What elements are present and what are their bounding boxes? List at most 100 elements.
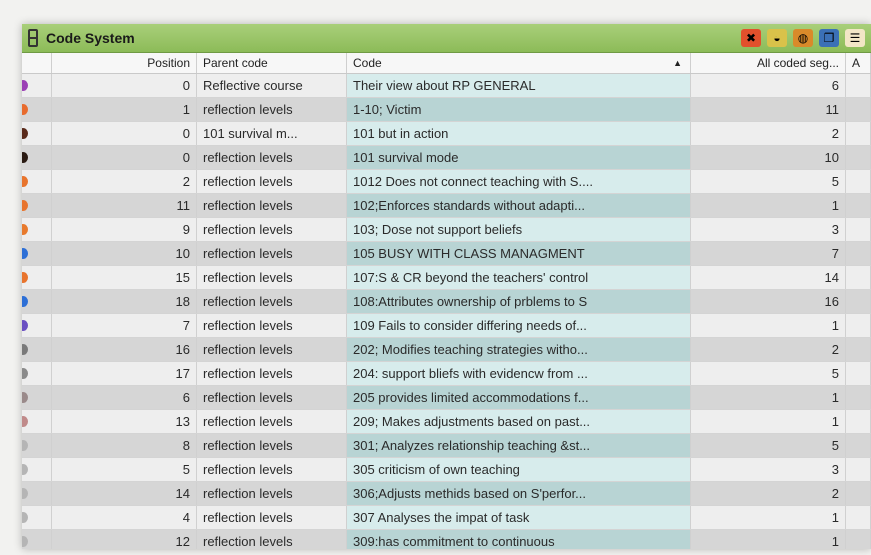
cell-position: 0 bbox=[52, 146, 197, 169]
window-title: Code System bbox=[46, 30, 135, 46]
cell-coded-segments: 5 bbox=[691, 362, 846, 385]
table-row[interactable]: 4 reflection levels 307 Analyses the impat… bbox=[22, 506, 871, 530]
window-titlebar: Code System ✖ ◒ ◍ ❐ ☰ bbox=[22, 24, 871, 53]
table-header: Position Parent code Code ▲ All coded se… bbox=[22, 53, 871, 74]
code-color-cell bbox=[22, 530, 52, 549]
cell-coded-segments: 6 bbox=[691, 74, 846, 97]
table-row[interactable]: 17 reflection levels 204: support bliefs w… bbox=[22, 362, 871, 386]
cell-extra bbox=[846, 74, 871, 97]
code-color-dot-icon bbox=[22, 296, 28, 307]
settings-icon[interactable]: ☰ bbox=[845, 29, 865, 47]
code-color-dot-icon bbox=[22, 536, 28, 547]
cell-coded-segments: 3 bbox=[691, 218, 846, 241]
code-color-cell bbox=[22, 218, 52, 241]
table-row[interactable]: 9 reflection levels 103; Dose not support … bbox=[22, 218, 871, 242]
cell-position: 9 bbox=[52, 218, 197, 241]
header-position[interactable]: Position bbox=[52, 53, 197, 73]
table-row[interactable]: 12 reflection levels 309:has commitment to… bbox=[22, 530, 871, 549]
code-color-dot-icon bbox=[22, 176, 28, 187]
table-row[interactable]: 13 reflection levels 209; Makes adjustment… bbox=[22, 410, 871, 434]
cell-parent-code: reflection levels bbox=[197, 98, 347, 121]
code-color-cell bbox=[22, 458, 52, 481]
copy-icon[interactable]: ❐ bbox=[819, 29, 839, 47]
cell-extra bbox=[846, 194, 871, 217]
code-color-dot-icon bbox=[22, 128, 28, 139]
code-color-cell bbox=[22, 146, 52, 169]
cell-code: 301; Analyzes relationship teaching &st.… bbox=[347, 434, 691, 457]
cell-extra bbox=[846, 458, 871, 481]
code-color-cell bbox=[22, 506, 52, 529]
code-color-dot-icon bbox=[22, 224, 28, 235]
table-row[interactable]: 7 reflection levels 109 Fails to consider … bbox=[22, 314, 871, 338]
table-row[interactable]: 0 Reflective course Their view about RP GE… bbox=[22, 74, 871, 98]
table-row[interactable]: 2 reflection levels 1012 Does not connect … bbox=[22, 170, 871, 194]
table-row[interactable]: 15 reflection levels 107:S & CR beyond the… bbox=[22, 266, 871, 290]
code-color-cell bbox=[22, 74, 52, 97]
cell-code: 307 Analyses the impat of task bbox=[347, 506, 691, 529]
code-color-cell bbox=[22, 290, 52, 313]
table-row[interactable]: 6 reflection levels 205 provides limited a… bbox=[22, 386, 871, 410]
cell-extra bbox=[846, 314, 871, 337]
cell-position: 15 bbox=[52, 266, 197, 289]
cell-extra bbox=[846, 434, 871, 457]
cell-position: 11 bbox=[52, 194, 197, 217]
table-row[interactable]: 18 reflection levels 108:Attributes owners… bbox=[22, 290, 871, 314]
table-row[interactable]: 14 reflection levels 306;Adjusts methids b… bbox=[22, 482, 871, 506]
cell-code: 101 but in action bbox=[347, 122, 691, 145]
table-row[interactable]: 10 reflection levels 105 BUSY WITH CLASS M… bbox=[22, 242, 871, 266]
cell-parent-code: reflection levels bbox=[197, 386, 347, 409]
cell-position: 6 bbox=[52, 386, 197, 409]
cell-parent-code: reflection levels bbox=[197, 434, 347, 457]
cell-position: 12 bbox=[52, 530, 197, 549]
header-parent-code[interactable]: Parent code bbox=[197, 53, 347, 73]
code-color-dot-icon bbox=[22, 392, 28, 403]
cell-position: 7 bbox=[52, 314, 197, 337]
cell-code: 209; Makes adjustments based on past... bbox=[347, 410, 691, 433]
table-row[interactable]: 1 reflection levels 1-10; Victim 11 bbox=[22, 98, 871, 122]
table-row[interactable]: 5 reflection levels 305 criticism of own t… bbox=[22, 458, 871, 482]
cell-position: 16 bbox=[52, 338, 197, 361]
code-color-cell bbox=[22, 314, 52, 337]
code-color-cell bbox=[22, 362, 52, 385]
cell-code: 202; Modifies teaching strategies witho.… bbox=[347, 338, 691, 361]
cell-position: 5 bbox=[52, 458, 197, 481]
new-code-icon[interactable]: ◒ bbox=[767, 29, 787, 47]
cell-coded-segments: 1 bbox=[691, 506, 846, 529]
cell-parent-code: reflection levels bbox=[197, 410, 347, 433]
code-system-icon bbox=[28, 29, 38, 47]
cell-parent-code: reflection levels bbox=[197, 314, 347, 337]
header-all-coded-segments[interactable]: All coded seg... bbox=[691, 53, 846, 73]
cell-code: Their view about RP GENERAL bbox=[347, 74, 691, 97]
header-code[interactable]: Code ▲ bbox=[347, 53, 691, 73]
cell-extra bbox=[846, 218, 871, 241]
table-row[interactable]: 16 reflection levels 202; Modifies teachin… bbox=[22, 338, 871, 362]
cell-parent-code: reflection levels bbox=[197, 506, 347, 529]
code-color-cell bbox=[22, 266, 52, 289]
table-body: 0 Reflective course Their view about RP GE… bbox=[22, 74, 871, 549]
header-extra-column[interactable]: A bbox=[846, 53, 871, 73]
table-row[interactable]: 11 reflection levels 102;Enforces standard… bbox=[22, 194, 871, 218]
code-color-dot-icon bbox=[22, 320, 28, 331]
cell-position: 0 bbox=[52, 74, 197, 97]
cell-coded-segments: 3 bbox=[691, 458, 846, 481]
table-row[interactable]: 0 reflection levels 101 survival mode 10 bbox=[22, 146, 871, 170]
expand-icon[interactable]: ◍ bbox=[793, 29, 813, 47]
cell-coded-segments: 5 bbox=[691, 170, 846, 193]
cell-code: 305 criticism of own teaching bbox=[347, 458, 691, 481]
cell-extra bbox=[846, 410, 871, 433]
table-row[interactable]: 0 101 survival m... 101 but in action 2 bbox=[22, 122, 871, 146]
header-color-column[interactable] bbox=[22, 53, 52, 73]
cell-coded-segments: 10 bbox=[691, 146, 846, 169]
cell-parent-code: reflection levels bbox=[197, 170, 347, 193]
close-x-icon[interactable]: ✖ bbox=[741, 29, 761, 47]
cell-extra bbox=[846, 170, 871, 193]
cell-position: 8 bbox=[52, 434, 197, 457]
code-color-dot-icon bbox=[22, 104, 28, 115]
code-color-cell bbox=[22, 170, 52, 193]
code-color-cell bbox=[22, 434, 52, 457]
table-row[interactable]: 8 reflection levels 301; Analyzes relation… bbox=[22, 434, 871, 458]
cell-coded-segments: 2 bbox=[691, 338, 846, 361]
code-color-dot-icon bbox=[22, 152, 28, 163]
cell-parent-code: reflection levels bbox=[197, 530, 347, 549]
code-color-cell bbox=[22, 386, 52, 409]
